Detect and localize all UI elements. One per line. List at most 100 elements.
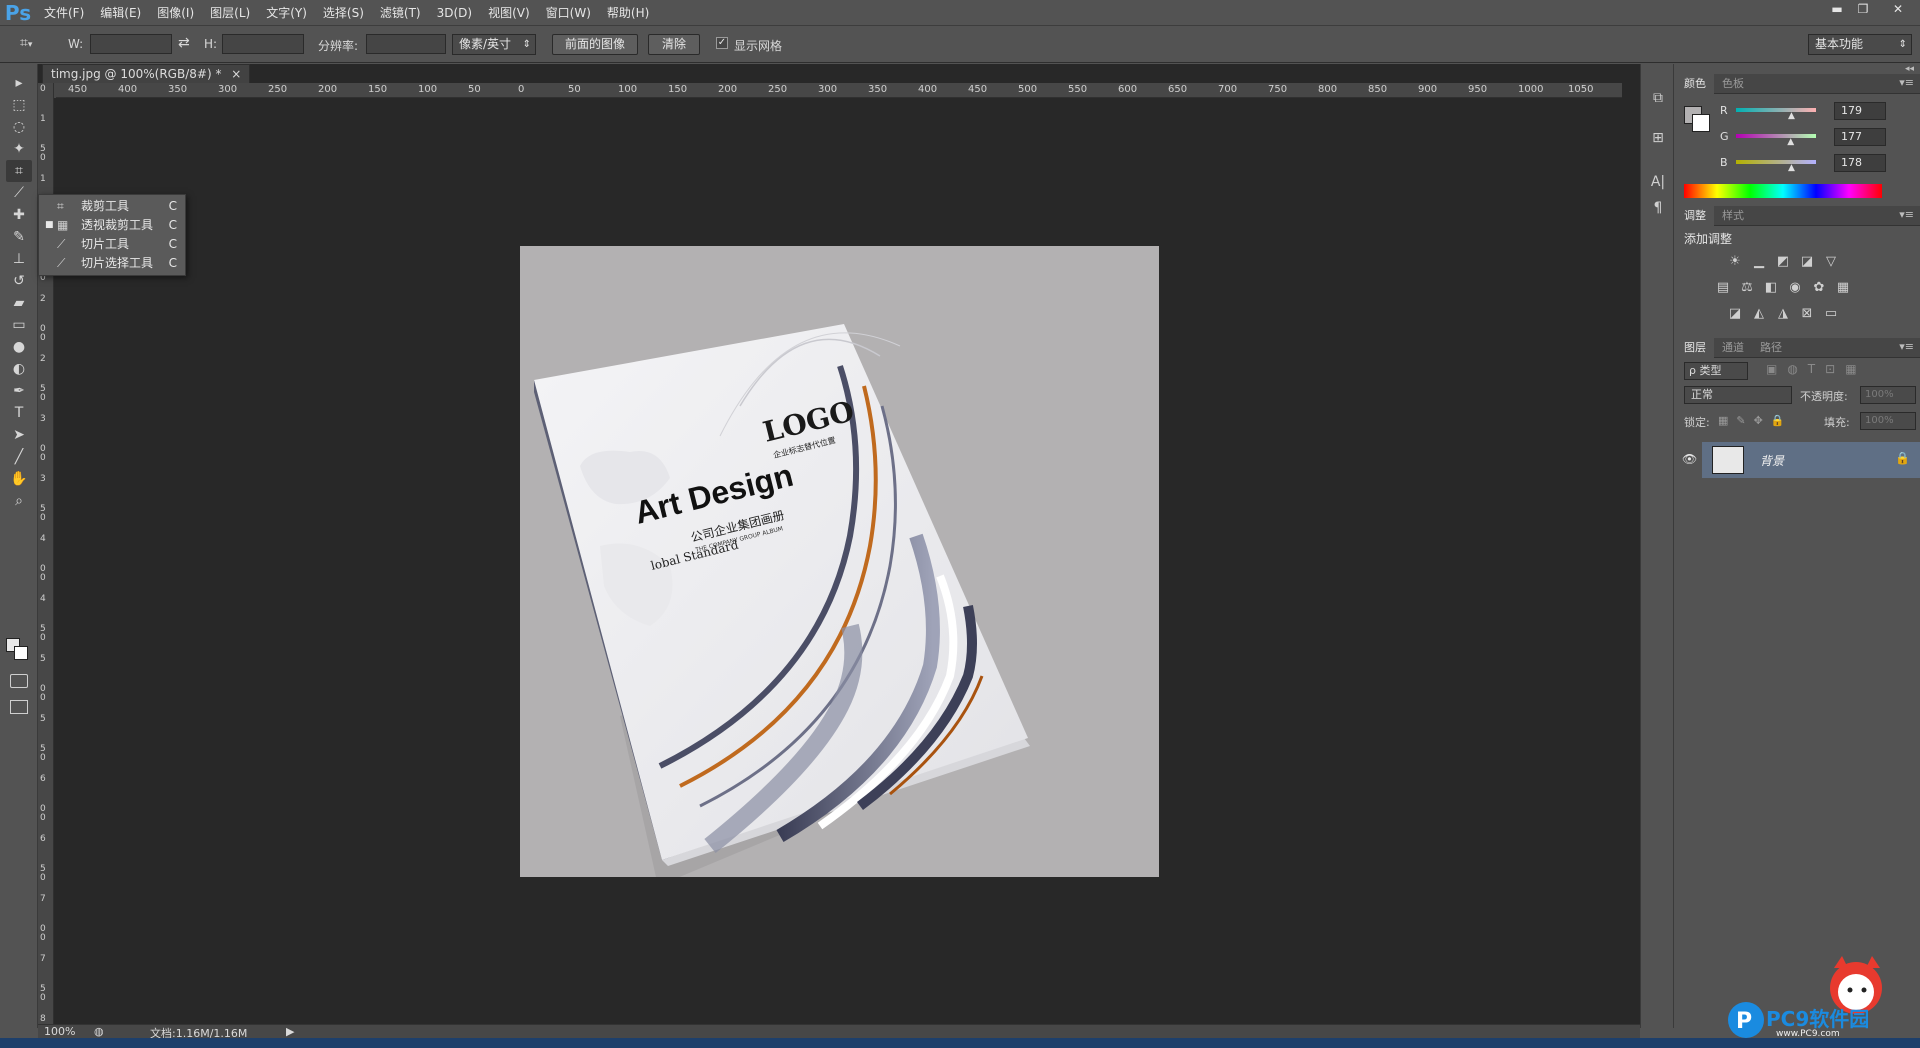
collapse-panels-icon[interactable]: ◂◂ (1905, 64, 1914, 74)
curves-icon[interactable]: ◩ (1774, 254, 1792, 270)
hue-saturation-icon[interactable]: ▤ (1714, 280, 1732, 296)
layer-filter-icons[interactable]: ▣◍T⊡▦ (1766, 362, 1867, 376)
front-image-button[interactable]: 前面的图像 (552, 34, 638, 55)
threshold-icon[interactable]: ◮ (1774, 306, 1792, 322)
swap-icon[interactable]: ⇄ (178, 35, 190, 51)
menu-item-3[interactable]: 图层(L) (202, 0, 258, 26)
color-balance-icon[interactable]: ⚖ (1738, 280, 1756, 296)
green-slider[interactable]: G ▲ 177 (1720, 128, 1916, 147)
selective-color-icon[interactable]: ⊠ (1798, 306, 1816, 322)
brightness-icon[interactable]: ☀ (1726, 254, 1744, 270)
gradient-map-icon[interactable]: ▭ (1822, 306, 1840, 322)
color-panel-menu-icon[interactable]: ▾≡ (1899, 76, 1914, 89)
levels-icon[interactable]: ▁ (1750, 254, 1768, 270)
flyout-item-1[interactable]: ■ ▦ 透视裁剪工具 C (39, 216, 185, 235)
menu-item-9[interactable]: 窗口(W) (538, 0, 599, 26)
vibrance-icon[interactable]: ▽ (1822, 254, 1840, 270)
ruler-horizontal[interactable]: 450 400 350 300 250 200 150 100 50 0 50 100 150 200 25… (56, 83, 1622, 98)
width-input[interactable] (90, 34, 172, 54)
tab-paths[interactable]: 路径 (1752, 338, 1790, 358)
workspace-select[interactable]: 基本功能 (1808, 34, 1912, 55)
tool-preset-picker[interactable]: ⌗▾ (20, 35, 50, 55)
green-value-input[interactable]: 177 (1834, 128, 1886, 146)
status-info-icon[interactable]: ◍ (94, 1025, 106, 1038)
menu-item-1[interactable]: 编辑(E) (92, 0, 149, 26)
flyout-item-0[interactable]: ⌗ 裁剪工具 C (39, 197, 185, 216)
green-track[interactable] (1736, 134, 1816, 138)
document-tab[interactable]: timg.jpg @ 100%(RGB/8#) * × (42, 64, 251, 83)
properties-panel-icon[interactable]: ⊞ (1648, 128, 1668, 148)
layers-panel-menu-icon[interactable]: ▾≡ (1899, 340, 1914, 353)
red-thumb-icon[interactable]: ▲ (1788, 111, 1795, 121)
menu-item-10[interactable]: 帮助(H) (599, 0, 657, 26)
character-panel-icon[interactable]: A| (1648, 172, 1668, 192)
menu-item-4[interactable]: 文字(Y) (258, 0, 315, 26)
flyout-item-2[interactable]: ⟋ 切片工具 C (39, 235, 185, 254)
color-lookup-icon[interactable]: ▦ (1834, 280, 1852, 296)
height-input[interactable] (222, 34, 304, 54)
tab-swatches[interactable]: 色板 (1714, 74, 1752, 94)
blue-slider[interactable]: B ▲ 178 (1720, 154, 1916, 173)
history-panel-icon[interactable]: ⧉ (1648, 88, 1668, 108)
eye-icon[interactable]: 👁 (1682, 452, 1697, 466)
invert-icon[interactable]: ◪ (1726, 306, 1744, 322)
menu-item-6[interactable]: 滤镜(T) (372, 0, 429, 26)
path-selection-tool-icon[interactable]: ➤ (6, 424, 32, 446)
screen-mode-icon[interactable] (10, 700, 28, 714)
quick-mask-icon[interactable] (10, 674, 28, 688)
menu-item-0[interactable]: 文件(F) (36, 0, 92, 26)
layer-name[interactable]: 背景 (1760, 452, 1784, 469)
move-tool-icon[interactable]: ▸ (6, 72, 32, 94)
type-tool-icon[interactable]: T (6, 402, 32, 424)
posterize-icon[interactable]: ◭ (1750, 306, 1768, 322)
channel-mixer-icon[interactable]: ✿ (1810, 280, 1828, 296)
red-track[interactable] (1736, 108, 1816, 112)
magic-wand-tool-icon[interactable]: ✦ (6, 138, 32, 160)
photo-filter-icon[interactable]: ◉ (1786, 280, 1804, 296)
healing-brush-tool-icon[interactable]: ✚ (6, 204, 32, 226)
adjust-panel-menu-icon[interactable]: ▾≡ (1899, 208, 1914, 221)
minimize-button[interactable]: ▬ (1824, 0, 1850, 18)
restore-button[interactable]: ❐ (1850, 0, 1876, 18)
blur-tool-icon[interactable]: ● (6, 336, 32, 358)
red-slider[interactable]: R ▲ 179 (1720, 102, 1916, 121)
red-value-input[interactable]: 179 (1834, 102, 1886, 120)
close-tab-icon[interactable]: × (231, 67, 241, 81)
blue-thumb-icon[interactable]: ▲ (1788, 163, 1795, 173)
lock-icons[interactable]: ▦✎✥🔒 (1718, 414, 1793, 427)
history-brush-tool-icon[interactable]: ↺ (6, 270, 32, 292)
clear-button[interactable]: 清除 (648, 34, 700, 55)
color-spectrum[interactable] (1684, 184, 1882, 198)
tab-layers[interactable]: 图层 (1676, 338, 1714, 358)
stamp-tool-icon[interactable]: ⊥ (6, 248, 32, 270)
zoom-tool-icon[interactable]: ⌕ (6, 490, 32, 512)
gradient-tool-icon[interactable]: ▭ (6, 314, 32, 336)
layer-row-background[interactable]: 👁 背景 🔒 (1676, 442, 1920, 478)
status-menu-arrow-icon[interactable]: ▶ (286, 1025, 294, 1038)
bg-color-swatch[interactable] (1692, 114, 1710, 132)
eyedropper-tool-icon[interactable]: ⟋ (6, 182, 32, 204)
unit-select[interactable]: 像素/英寸 (452, 34, 536, 55)
menu-item-5[interactable]: 选择(S) (315, 0, 372, 26)
blue-track[interactable] (1736, 160, 1816, 164)
brush-tool-icon[interactable]: ✎ (6, 226, 32, 248)
hand-tool-icon[interactable]: ✋ (6, 468, 32, 490)
lasso-tool-icon[interactable]: ◌ (6, 116, 32, 138)
close-button[interactable]: ✕ (1876, 0, 1920, 18)
tab-channels[interactable]: 通道 (1714, 338, 1752, 358)
tab-color[interactable]: 颜色 (1676, 74, 1714, 94)
image-canvas[interactable]: LOGO 企业标志替代位置 Art Design 公司企业集团画册 THE CO… (520, 246, 1159, 877)
layer-filter-select[interactable]: ρ 类型 (1684, 362, 1748, 380)
menu-item-7[interactable]: 3D(D) (429, 0, 480, 26)
blue-value-input[interactable]: 178 (1834, 154, 1886, 172)
exposure-icon[interactable]: ◪ (1798, 254, 1816, 270)
zoom-level[interactable]: 100% (44, 1025, 75, 1038)
eraser-tool-icon[interactable]: ▰ (6, 292, 32, 314)
menu-item-2[interactable]: 图像(I) (149, 0, 202, 26)
crop-tool-icon[interactable]: ⌗ (6, 160, 32, 182)
blend-mode-select[interactable]: 正常 (1684, 386, 1792, 404)
marquee-tool-icon[interactable]: ⬚ (6, 94, 32, 116)
pen-tool-icon[interactable]: ✒ (6, 380, 32, 402)
tab-styles[interactable]: 样式 (1714, 206, 1752, 226)
dodge-tool-icon[interactable]: ◐ (6, 358, 32, 380)
